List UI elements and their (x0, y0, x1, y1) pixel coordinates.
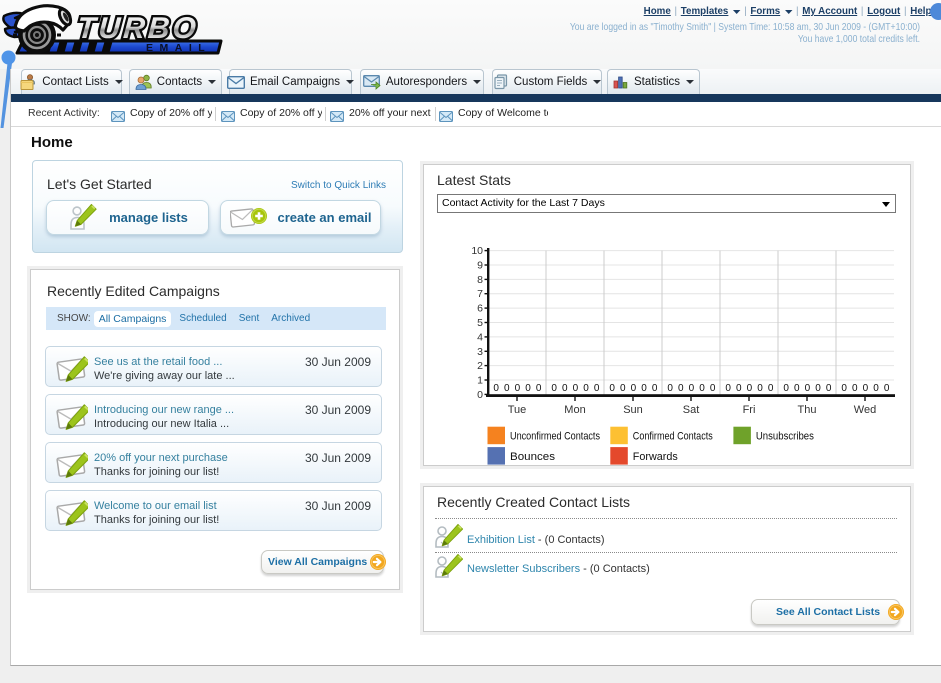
svg-text:0: 0 (873, 383, 879, 394)
svg-text:0: 0 (805, 383, 811, 394)
svg-text:7: 7 (477, 288, 483, 300)
svg-text:0: 0 (710, 383, 716, 394)
svg-text:0: 0 (620, 383, 626, 394)
svg-text:0: 0 (609, 383, 615, 394)
svg-text:0: 0 (536, 383, 542, 394)
svg-text:0: 0 (477, 389, 483, 401)
svg-text:0: 0 (573, 383, 579, 394)
svg-text:0: 0 (504, 383, 510, 394)
svg-text:0: 0 (551, 383, 557, 394)
svg-text:Sun: Sun (623, 404, 643, 416)
svg-text:Bounces: Bounces (510, 451, 556, 463)
svg-text:Thu: Thu (798, 404, 817, 416)
svg-text:TURBO: TURBO (76, 12, 200, 45)
svg-text:0: 0 (562, 383, 568, 394)
svg-text:0: 0 (678, 383, 684, 394)
svg-text:2: 2 (477, 360, 483, 372)
svg-text:0: 0 (725, 383, 731, 394)
svg-text:Sat: Sat (683, 404, 700, 416)
svg-text:Unconfirmed Contacts: Unconfirmed Contacts (510, 431, 600, 443)
svg-text:0: 0 (525, 383, 531, 394)
svg-text:0: 0 (794, 383, 800, 394)
svg-text:Confirmed Contacts: Confirmed Contacts (633, 431, 713, 443)
svg-text:0: 0 (768, 383, 774, 394)
svg-text:0: 0 (631, 383, 637, 394)
svg-text:5: 5 (477, 317, 483, 329)
svg-text:0: 0 (641, 383, 647, 394)
svg-text:Fri: Fri (743, 404, 756, 416)
svg-text:0: 0 (826, 383, 832, 394)
svg-text:10: 10 (471, 245, 483, 257)
svg-text:0: 0 (757, 383, 763, 394)
svg-text:0: 0 (747, 383, 753, 394)
svg-text:Forwards: Forwards (633, 451, 678, 463)
svg-text:0: 0 (594, 383, 600, 394)
svg-text:0: 0 (652, 383, 658, 394)
svg-text:0: 0 (736, 383, 742, 394)
svg-text:6: 6 (477, 303, 483, 315)
svg-text:0: 0 (583, 383, 589, 394)
svg-text:9: 9 (477, 260, 483, 272)
svg-text:0: 0 (884, 383, 890, 394)
svg-text:0: 0 (493, 383, 499, 394)
svg-text:3: 3 (477, 346, 483, 358)
svg-text:1: 1 (477, 375, 483, 387)
svg-text:0: 0 (815, 383, 821, 394)
svg-text:0: 0 (783, 383, 789, 394)
svg-text:0: 0 (863, 383, 869, 394)
svg-text:Unsubscribes: Unsubscribes (756, 431, 814, 443)
svg-text:0: 0 (699, 383, 705, 394)
svg-text:4: 4 (477, 331, 483, 343)
svg-text:Wed: Wed (854, 404, 876, 416)
svg-text:0: 0 (515, 383, 521, 394)
svg-text:0: 0 (667, 383, 673, 394)
svg-text:0: 0 (689, 383, 695, 394)
svg-text:0: 0 (841, 383, 847, 394)
svg-text:0: 0 (852, 383, 858, 394)
svg-text:8: 8 (477, 274, 483, 286)
svg-text:Mon: Mon (564, 404, 585, 416)
svg-text:Tue: Tue (508, 404, 527, 416)
